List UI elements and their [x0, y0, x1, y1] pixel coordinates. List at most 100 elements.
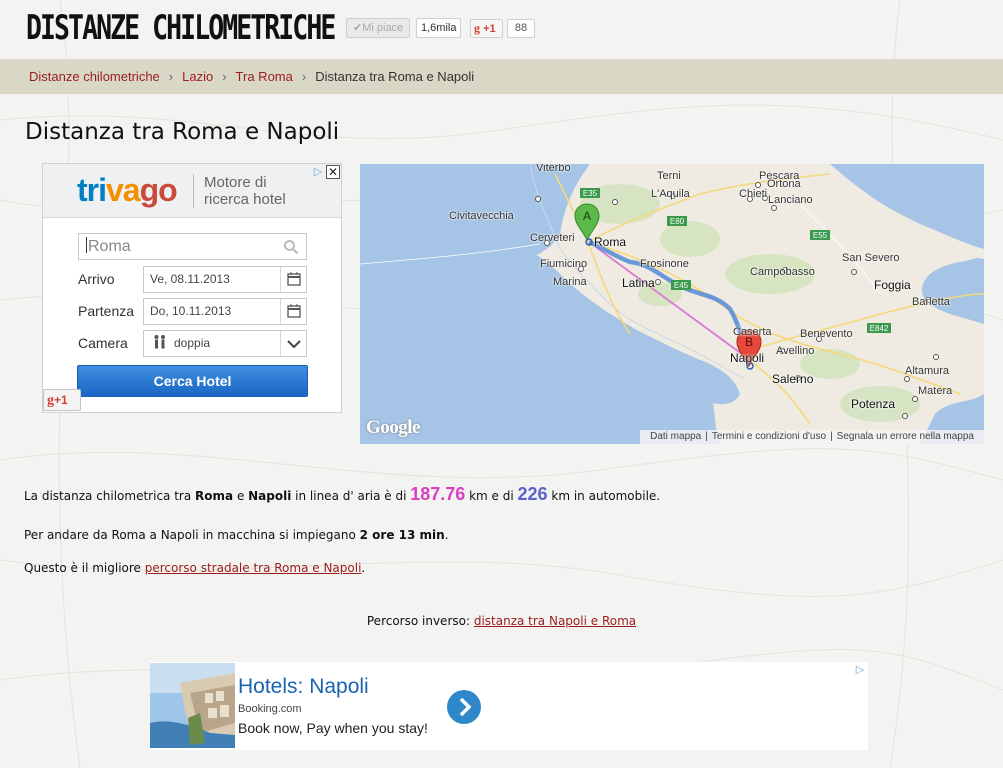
departure-label: Partenza [78, 303, 135, 319]
map-label-barletta: Barletta [912, 296, 950, 308]
map-label-benevento: Benevento [800, 328, 853, 340]
map-label-civitavecchia: Civitavecchia [449, 210, 514, 222]
chevron-down-icon[interactable] [280, 331, 306, 356]
gplus-button[interactable]: g +1 [470, 19, 503, 38]
map-report-error-link[interactable]: Segnala un errore nella mappa [837, 431, 974, 442]
calendar-icon[interactable] [280, 299, 306, 324]
ad-description: Book now, Pay when you stay! [238, 720, 428, 736]
map-terms-link[interactable]: Termini e condizioni d'uso [712, 431, 826, 442]
trivago-hotel-widget: trivago Motore di ricerca hotel ▷ ✕ Roma… [42, 163, 342, 413]
breadcrumb-current: Distanza tra Roma e Napoli [315, 69, 475, 84]
gplus-label: +1 [54, 393, 68, 407]
travel-duration: 2 ore 13 min [359, 528, 445, 542]
map-label-salerno: Salerno [772, 372, 814, 386]
breadcrumb-city[interactable]: Tra Roma [236, 69, 293, 84]
hotel-ad-banner[interactable]: Hotels: Napoli Booking.com Book now, Pay… [150, 662, 868, 750]
map-label-matera: Matera [918, 385, 953, 397]
breadcrumb-separator: › [222, 69, 227, 84]
origin-city: Roma [195, 489, 234, 503]
map-label-lanciano: Lanciano [768, 194, 813, 206]
page-title: Distanza tra Roma e Napoli [25, 119, 340, 145]
map-label-potenza: Potenza [851, 397, 896, 411]
svg-text:E80: E80 [670, 217, 685, 226]
map-label-avellino: Avellino [776, 345, 815, 357]
gplus-share-button[interactable]: g+1 [43, 389, 81, 411]
ad-source: Booking.com [238, 703, 302, 715]
search-icon [284, 240, 299, 255]
breadcrumb-region[interactable]: Lazio [182, 69, 213, 84]
departure-row: Partenza Do, 10.11.2013 [78, 298, 307, 325]
map-label-marina: Marina [553, 276, 587, 288]
svg-text:E842: E842 [870, 324, 889, 333]
facebook-like-count: 1,6mila [416, 18, 462, 38]
distance-sentence: La distanza chilometrica tra Roma e Napo… [24, 484, 661, 504]
reverse-route-link[interactable]: distanza tra Napoli e Roma [474, 614, 636, 628]
map-label-foggia: Foggia [874, 278, 911, 292]
arrival-label: Arrivo [78, 271, 115, 287]
reverse-label: Percorso inverso: [366, 614, 474, 628]
arrival-date-value: Ve, 08.11.2013 [150, 272, 230, 286]
route-map[interactable]: A B E35 E80 E55 E45 E842 Viterbo Terni L… [360, 164, 984, 444]
breadcrumb: Distanze chilometriche › Lazio › Tra Roma › Di… [0, 59, 1003, 94]
map-label-laquila: L'Aquila [651, 188, 690, 200]
people-icon [154, 335, 165, 349]
map-label-san-severo: San Severo [842, 252, 900, 264]
room-type-value: doppia [174, 336, 211, 350]
map-label-viterbo: Viterbo [536, 164, 571, 174]
chevron-right-icon [459, 697, 472, 717]
route-link[interactable]: percorso stradale tra Roma e Napoli [145, 561, 362, 575]
map-label-campobasso: Campobasso [750, 266, 815, 278]
gplus-icon: g [47, 393, 54, 408]
map-label-latina: Latina [622, 276, 655, 290]
svg-text:E55: E55 [813, 231, 828, 240]
map-label-frosinone: Frosinone [640, 258, 689, 270]
map-data-link[interactable]: Dati mappa [650, 431, 701, 442]
map-label-altamura: Altamura [905, 365, 950, 377]
road-distance-value: 226 [517, 484, 548, 504]
breadcrumb-separator: › [301, 69, 307, 84]
ad-arrow-button[interactable] [447, 690, 481, 724]
room-type-select[interactable]: doppia [143, 330, 307, 357]
map-footer: Dati mappa | Termini e condizioni d'uso | Se… [640, 430, 984, 444]
map-label-roma: Roma [594, 235, 627, 249]
room-label: Camera [78, 335, 128, 351]
map-label-cerveteri: Cerveteri [530, 232, 575, 244]
map-label-fiumicino: Fiumicino [540, 258, 588, 270]
room-row: Camera doppia [78, 330, 307, 357]
site-header: DISTANZE CHILOMETRICHE ✔Mi piace 1,6mila… [0, 0, 1003, 58]
map-label-napoli: Napoli [730, 351, 765, 365]
arrival-date-field[interactable]: Ve, 08.11.2013 [143, 266, 307, 293]
calendar-icon[interactable] [280, 267, 306, 292]
close-ad-button[interactable]: ✕ [326, 165, 340, 179]
ad-title[interactable]: Hotels: Napoli [238, 675, 369, 699]
svg-text:A: A [583, 209, 591, 223]
facebook-like-button[interactable]: ✔Mi piace [346, 18, 411, 38]
travel-time-sentence: Per andare da Roma a Napoli in macchina … [24, 528, 449, 542]
trivago-logo[interactable]: trivago [77, 172, 178, 209]
adchoices-icon[interactable]: ▷ [853, 663, 867, 677]
svg-text:E45: E45 [674, 281, 689, 290]
map-label-ortona: Ortona [767, 178, 801, 190]
reverse-route: Percorso inverso: distanza tra Napoli e … [0, 614, 1003, 628]
search-hotel-button[interactable]: Cerca Hotel [77, 365, 308, 397]
route-sentence: Questo è il migliore percorso stradale t… [24, 561, 366, 575]
site-logo[interactable]: DISTANZE CHILOMETRICHE [26, 8, 336, 48]
adchoices-icon[interactable]: ▷ [311, 165, 325, 179]
breadcrumb-separator: › [168, 69, 174, 84]
map-label-caserta: Caserta [733, 326, 772, 338]
text-cursor [86, 237, 87, 253]
arrival-row: Arrivo Ve, 08.11.2013 [78, 266, 307, 293]
destination-city: Napoli [248, 489, 292, 503]
gplus-count: 88 [507, 19, 535, 38]
destination-input[interactable]: Roma [78, 233, 307, 260]
breadcrumb-home[interactable]: Distanze chilometriche [29, 69, 160, 84]
ad-thumbnail-image[interactable] [150, 663, 235, 748]
departure-date-field[interactable]: Do, 10.11.2013 [143, 298, 307, 325]
google-logo[interactable]: Google [366, 417, 421, 439]
air-distance-value: 187.76 [410, 484, 466, 504]
trivago-tagline: Motore di ricerca hotel [193, 174, 303, 208]
map-label-terni: Terni [657, 170, 681, 182]
svg-text:E35: E35 [583, 189, 598, 198]
map-label-chieti: Chieti [739, 188, 768, 200]
gplus-label: +1 [483, 23, 496, 35]
